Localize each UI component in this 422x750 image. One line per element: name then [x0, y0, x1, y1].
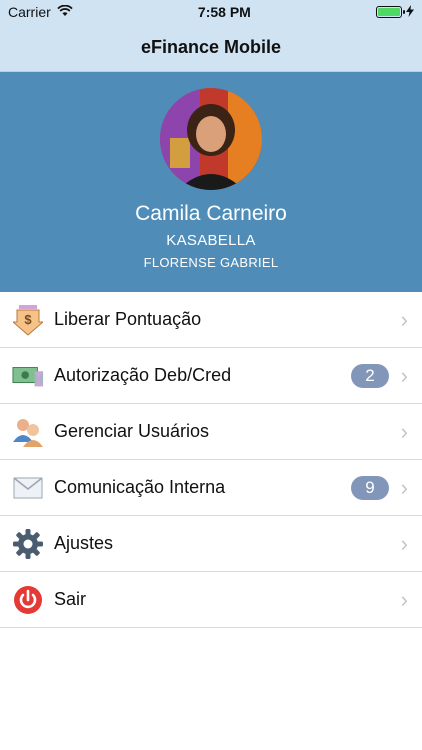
notification-badge: 2 — [351, 363, 389, 388]
carrier-label: Carrier — [8, 4, 51, 20]
nav-title: eFinance Mobile — [140, 37, 282, 57]
envelope-icon — [12, 472, 44, 504]
battery-fill — [377, 8, 400, 16]
menu-item-liberar-pontuacao[interactable]: $ Liberar Pontuação › — [0, 292, 422, 348]
menu-label: Autorização Deb/Cred — [54, 365, 232, 385]
power-icon — [12, 584, 44, 616]
status-time: 7:58 PM — [197, 4, 251, 20]
menu-label: Sair — [54, 589, 87, 609]
chevron-right-icon: › — [400, 530, 408, 556]
menu-item-autorizacao[interactable]: Autorização Deb/Cred 2 › — [0, 348, 422, 404]
menu-label: Ajustes — [54, 533, 114, 553]
status-left: Carrier — [8, 4, 73, 20]
money-download-icon: $ — [12, 304, 44, 336]
menu-item-sair[interactable]: Sair › — [0, 572, 422, 628]
chevron-right-icon: › — [400, 586, 408, 612]
users-icon — [12, 416, 44, 448]
profile-name: Camila Carneiro — [135, 202, 287, 225]
gear-icon — [12, 528, 44, 560]
menu-item-ajustes[interactable]: Ajustes › — [0, 516, 422, 572]
charging-icon — [405, 4, 414, 20]
menu-item-gerenciar-usuarios[interactable]: Gerenciar Usuários › — [0, 404, 422, 460]
menu-label: Liberar Pontuação — [54, 309, 202, 329]
chevron-right-icon: › — [400, 474, 408, 500]
menu-label: Comunicação Interna — [54, 477, 226, 497]
svg-text:$: $ — [24, 312, 32, 327]
nav-bar: eFinance Mobile — [0, 24, 422, 72]
status-bar: Carrier 7:58 PM — [0, 0, 422, 24]
battery-icon — [375, 6, 405, 18]
avatar[interactable] — [160, 88, 262, 190]
cash-hourglass-icon — [12, 360, 44, 392]
menu-item-comunicacao-interna[interactable]: Comunicação Interna 9 › — [0, 460, 422, 516]
chevron-right-icon: › — [400, 306, 408, 332]
profile-company: KASABELLA — [166, 232, 256, 249]
chevron-right-icon: › — [400, 362, 408, 388]
wifi-icon — [57, 4, 73, 20]
menu-list: $ Liberar Pontuação › Autorização Deb/Cr… — [0, 292, 422, 628]
status-right — [375, 4, 414, 20]
profile-subtitle: FLORENSE GABRIEL — [143, 255, 279, 270]
menu-label: Gerenciar Usuários — [54, 421, 210, 441]
notification-badge: 9 — [351, 475, 389, 500]
chevron-right-icon: › — [400, 418, 408, 444]
profile-header: Camila Carneiro KASABELLA FLORENSE GABRI… — [0, 72, 422, 292]
